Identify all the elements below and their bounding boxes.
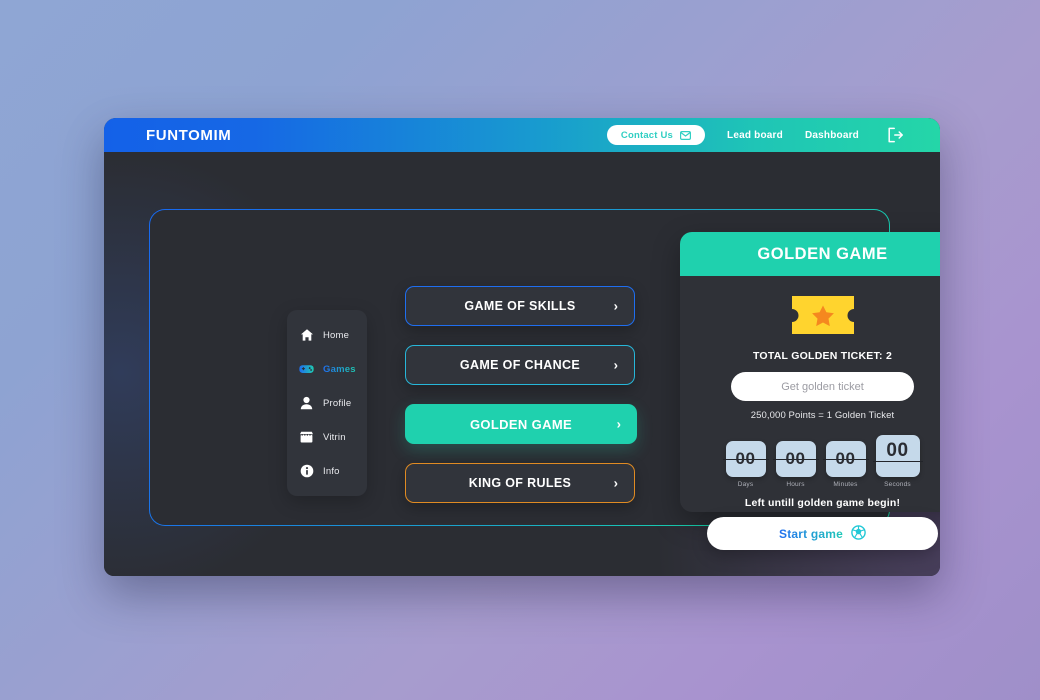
sidebar-item-games[interactable]: Games	[287, 358, 367, 380]
countdown-value: 00	[835, 449, 856, 468]
game-button-label: KING OF RULES	[468, 476, 572, 490]
countdown-label: Seconds	[884, 481, 911, 488]
chevron-right-icon: ›	[613, 298, 618, 314]
chevron-right-icon: ›	[616, 416, 621, 432]
game-button-label: GAME OF SKILLS	[464, 299, 576, 313]
game-button-label: GOLDEN GAME	[469, 416, 573, 432]
info-icon	[299, 464, 314, 479]
chevron-right-icon: ›	[613, 357, 618, 373]
golden-game-card: GOLDEN GAME TOTAL GOLDEN TICKET: 2 250,0…	[680, 232, 940, 512]
main-content-panel: Home Games Profile Vitrin Info GAME OF S…	[149, 209, 940, 550]
sidebar-item-label: Info	[323, 465, 340, 477]
main-content-panel-inner: Home Games Profile Vitrin Info GAME OF S…	[150, 210, 940, 550]
game-button-game-of-chance[interactable]: GAME OF CHANCE ›	[405, 345, 635, 385]
game-button-king-of-rules[interactable]: KING OF RULES ›	[405, 463, 635, 503]
app-window: FUNTOMIM Contact Us Lead board Dashboard	[104, 118, 940, 576]
get-golden-ticket-input[interactable]	[731, 372, 914, 401]
sidebar-item-label: Profile	[323, 397, 352, 409]
sidebar-item-label: Games	[323, 363, 356, 375]
nav-right-group: Contact Us Lead board Dashboard	[606, 125, 940, 145]
store-icon	[299, 430, 314, 445]
top-navigation-bar: FUNTOMIM Contact Us Lead board Dashboard	[104, 118, 940, 152]
countdown-box: 00	[822, 441, 869, 477]
countdown-label: Minutes	[833, 481, 858, 488]
countdown-box: 00	[872, 435, 923, 477]
contact-us-label: Contact Us	[620, 129, 674, 141]
game-button-game-of-skills[interactable]: GAME OF SKILLS ›	[405, 286, 635, 326]
app-body: Home Games Profile Vitrin Info GAME OF S…	[104, 152, 940, 576]
countdown-unit-days: 00 Days	[722, 441, 769, 488]
game-mode-list: GAME OF SKILLS › GAME OF CHANCE › GOLDEN…	[405, 286, 637, 503]
person-icon	[299, 396, 314, 411]
countdown-value: 00	[785, 449, 806, 468]
countdown-label: Days	[737, 481, 754, 488]
total-golden-ticket-label: TOTAL GOLDEN TICKET: 2	[752, 350, 893, 362]
contact-us-button[interactable]: Contact Us	[606, 125, 706, 145]
countdown-unit-seconds: 00 Seconds	[872, 435, 923, 488]
sidebar-item-home[interactable]: Home	[287, 324, 367, 346]
countdown-unit-hours: 00 Hours	[772, 441, 819, 488]
start-game-button[interactable]: Start game	[707, 517, 938, 550]
sidebar-item-profile[interactable]: Profile	[287, 392, 367, 414]
soccer-ball-icon	[851, 524, 866, 543]
countdown-box: 00	[722, 441, 769, 477]
nav-link-lead-board[interactable]: Lead board	[727, 130, 783, 141]
points-rate-note: 250,000 Points = 1 Golden Ticket	[750, 410, 895, 421]
home-icon	[299, 328, 314, 343]
golden-game-header: GOLDEN GAME	[680, 232, 940, 276]
game-button-golden-game[interactable]: GOLDEN GAME ›	[405, 404, 637, 444]
sidebar-menu: Home Games Profile Vitrin Info	[287, 310, 367, 496]
golden-game-title: GOLDEN GAME	[757, 244, 888, 263]
envelope-icon	[680, 130, 692, 140]
countdown-timer: 00 Days 00 Hours 00 Minutes 00 Seconds	[680, 435, 940, 488]
logout-icon[interactable]	[887, 127, 904, 143]
countdown-value: 00	[735, 449, 756, 468]
nav-link-dashboard[interactable]: Dashboard	[805, 130, 859, 141]
countdown-value: 00	[886, 440, 909, 461]
start-game-label: Start game	[778, 526, 844, 541]
golden-ticket-icon	[680, 294, 940, 336]
brand-logo: FUNTOMIM	[146, 126, 232, 144]
countdown-note: Left untill golden game begin!	[744, 497, 901, 509]
chevron-right-icon: ›	[613, 475, 618, 491]
sidebar-item-label: Home	[323, 329, 350, 341]
countdown-box: 00	[772, 441, 819, 477]
game-button-label: GAME OF CHANCE	[459, 358, 581, 372]
sidebar-item-info[interactable]: Info	[287, 460, 367, 482]
golden-game-body: TOTAL GOLDEN TICKET: 2 250,000 Points = …	[680, 276, 940, 509]
gamepad-icon	[299, 362, 314, 377]
countdown-unit-minutes: 00 Minutes	[822, 441, 869, 488]
countdown-label: Hours	[786, 481, 805, 488]
sidebar-item-vitrin[interactable]: Vitrin	[287, 426, 367, 448]
sidebar-item-label: Vitrin	[323, 431, 346, 443]
